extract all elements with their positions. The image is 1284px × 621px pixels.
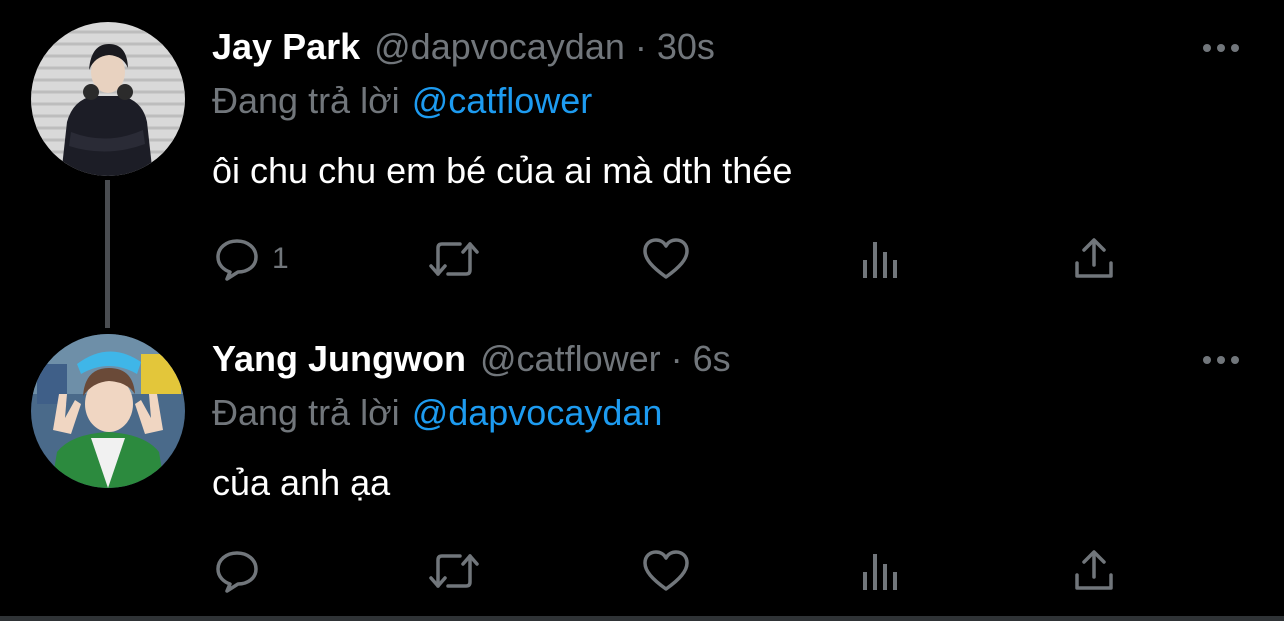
replying-to: Đang trả lời @dapvocaydan (212, 392, 662, 434)
display-name[interactable]: Jay Park (212, 26, 360, 68)
tweet-text: của anh ạa (212, 462, 391, 503)
like-button[interactable] (642, 234, 690, 284)
more-options-button[interactable] (1198, 345, 1244, 375)
retweet-icon (429, 242, 479, 276)
more-options-icon (1203, 44, 1239, 52)
tweet-text: ôi chu chu em bé của ai mà dth thée (212, 150, 793, 191)
avatar-photo (31, 334, 185, 488)
divider (0, 616, 1284, 621)
reply-icon (216, 239, 258, 281)
reply-button[interactable] (214, 546, 272, 596)
reply-icon (216, 551, 258, 593)
avatar[interactable] (31, 22, 185, 176)
avatar[interactable] (31, 334, 185, 488)
share-icon (1075, 550, 1113, 590)
replying-to-label: Đang trả lời (212, 392, 400, 433)
replying-to-label: Đang trả lời (212, 80, 400, 121)
tweet-header: Jay Park @dapvocaydan · 30s (212, 26, 715, 72)
mention-link[interactable]: @dapvocaydan (412, 392, 663, 433)
share-icon (1075, 238, 1113, 278)
timestamp[interactable]: 6s (693, 338, 731, 380)
heart-icon (643, 550, 689, 591)
views-button[interactable] (860, 546, 902, 596)
separator-dot: · (634, 26, 647, 67)
analytics-icon (863, 242, 897, 278)
mention-link[interactable]: @catflower (412, 80, 593, 121)
analytics-icon (863, 554, 897, 590)
timestamp[interactable]: 30s (657, 26, 715, 68)
share-button[interactable] (1072, 546, 1116, 596)
replying-to: Đang trả lời @catflower (212, 80, 592, 122)
retweet-button[interactable] (428, 546, 480, 596)
heart-icon (643, 238, 689, 279)
display-name[interactable]: Yang Jungwon (212, 338, 466, 380)
more-options-button[interactable] (1198, 33, 1244, 63)
tweet-actions (0, 546, 1284, 596)
reply-button[interactable]: 1 (214, 234, 289, 284)
retweet-icon (429, 554, 479, 588)
tweet[interactable]: Yang Jungwon @catflower · 6s Đang trả lờ… (0, 320, 1284, 616)
share-button[interactable] (1072, 234, 1116, 284)
username[interactable]: @dapvocaydan (374, 26, 625, 68)
like-button[interactable] (642, 546, 690, 596)
views-button[interactable] (860, 234, 902, 284)
tweet-actions: 1 (0, 234, 1284, 284)
tweet[interactable]: Jay Park @dapvocaydan · 30s Đang trả lời… (0, 0, 1284, 328)
username[interactable]: @catflower (480, 338, 661, 380)
avatar-photo (31, 22, 185, 176)
tweet-header: Yang Jungwon @catflower · 6s (212, 338, 731, 384)
reply-count: 1 (272, 242, 289, 275)
more-options-icon (1203, 356, 1239, 364)
retweet-button[interactable] (428, 234, 480, 284)
separator-dot: · (670, 338, 683, 379)
